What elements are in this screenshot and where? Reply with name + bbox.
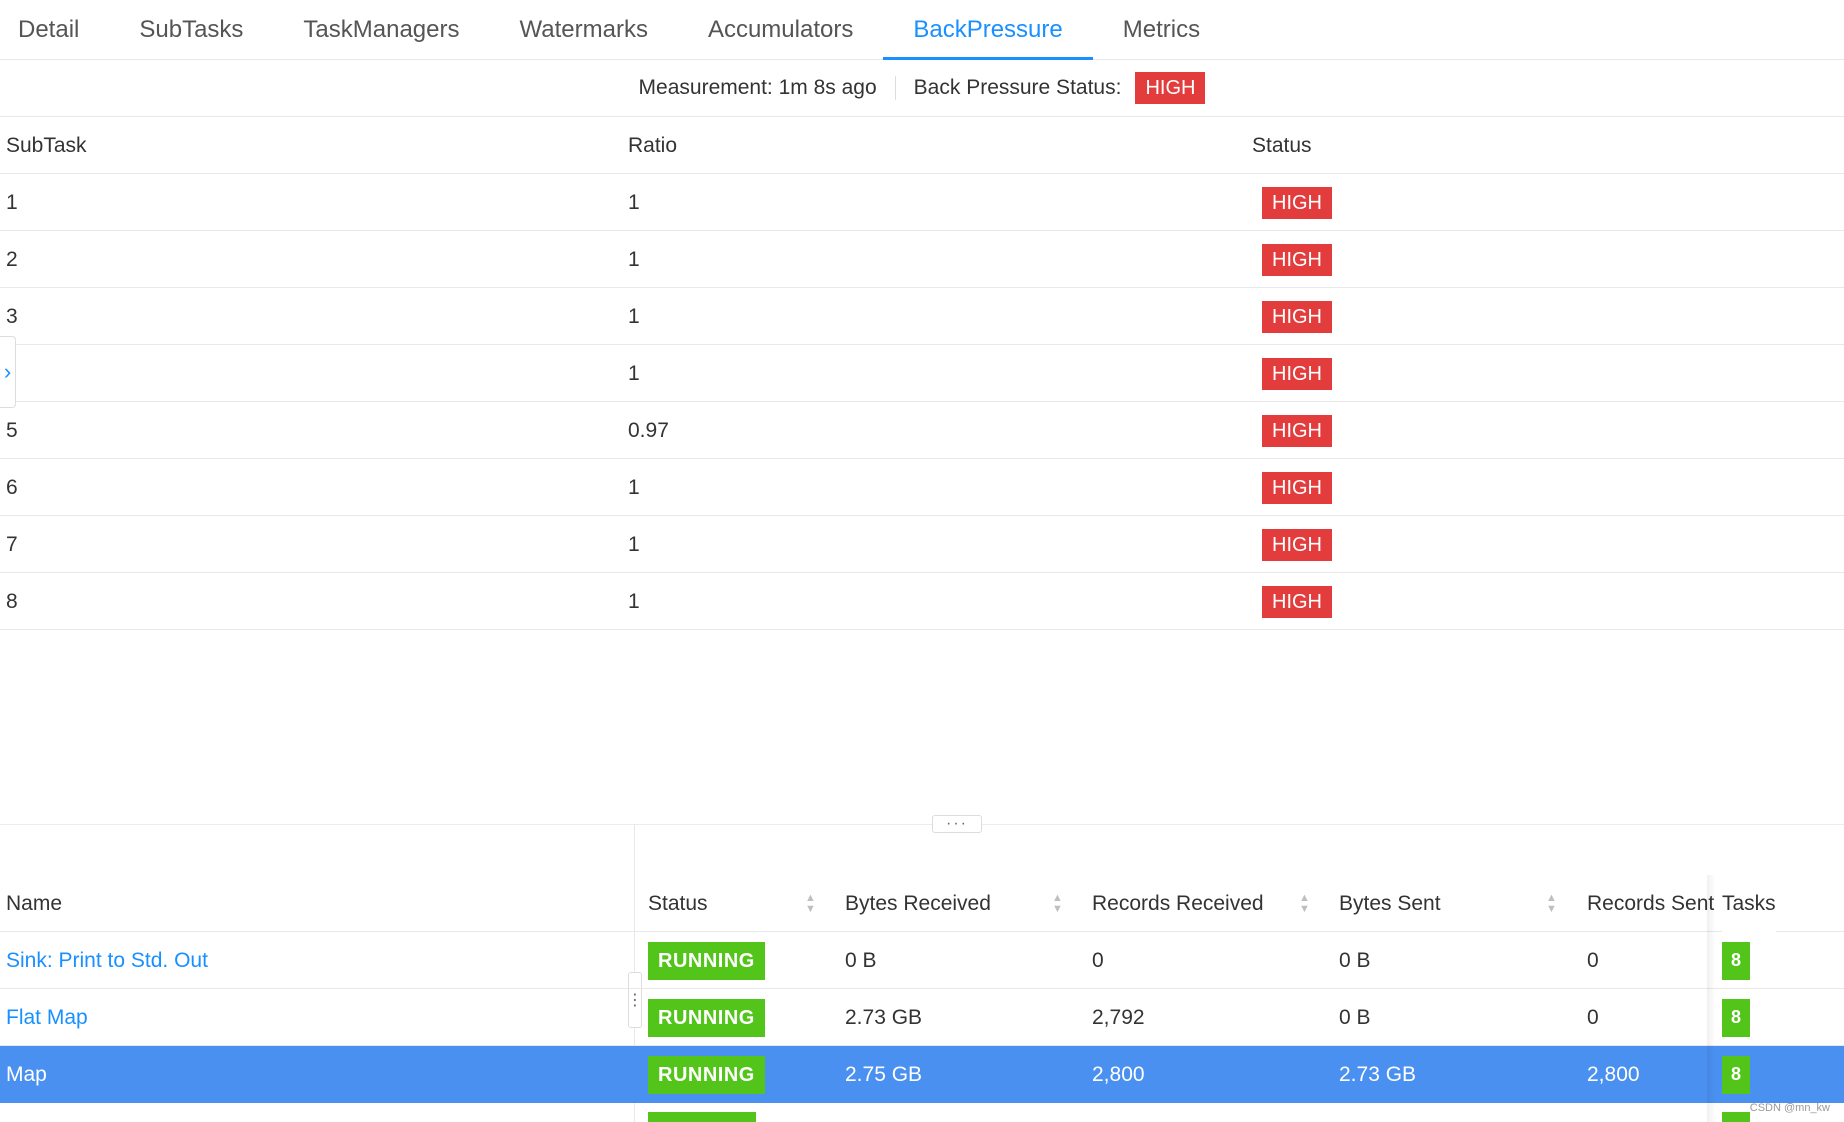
column-header-bytes-received[interactable]: Bytes Received <box>845 875 991 932</box>
tab-taskmanagers[interactable]: TaskManagers <box>273 0 489 59</box>
table-row: 7 1 HIGH <box>0 516 1844 573</box>
tab-detail[interactable]: Detail <box>0 0 109 59</box>
bytes-received-cell: 2.73 GB <box>845 1005 923 1029</box>
tab-backpressure[interactable]: BackPressure <box>883 0 1094 60</box>
ratio-cell: 1 <box>628 589 640 613</box>
records-sent-cell: 0 <box>1587 948 1599 972</box>
status-badge-partial <box>648 1112 756 1122</box>
ratio-cell: 1 <box>628 361 640 385</box>
sidebar-expand-button[interactable]: › <box>0 336 16 408</box>
horizontal-divider <box>0 824 1844 825</box>
status-badge: HIGH <box>1262 300 1332 333</box>
subtask-cell: 5 <box>6 418 18 442</box>
status-badge: RUNNING <box>648 1055 765 1094</box>
column-header-status[interactable]: Status <box>648 875 708 932</box>
status-badge: HIGH <box>1262 186 1332 219</box>
tasks-badge: 8 <box>1722 941 1750 980</box>
table-header: Name Status ▲ ▼ Bytes Received ▲ ▼ Records… <box>0 875 1844 932</box>
subtask-cell: 1 <box>6 190 18 214</box>
column-header-records-sent[interactable]: Records Sent <box>1587 875 1714 932</box>
bytes-sent-cell: 2.73 GB <box>1339 1062 1417 1086</box>
bytes-sent-cell: 0 B <box>1339 1005 1371 1029</box>
tab-accumulators[interactable]: Accumulators <box>678 0 883 59</box>
table-row: 1 1 HIGH <box>0 174 1844 231</box>
ratio-cell: 0.97 <box>628 418 669 442</box>
tab-bar: Detail SubTasks TaskManagers Watermarks … <box>0 0 1844 60</box>
subtask-cell: 7 <box>6 532 18 556</box>
status-badge: HIGH <box>1262 243 1332 276</box>
ratio-cell: 1 <box>628 190 640 214</box>
records-sent-cell: 0 <box>1587 1005 1599 1029</box>
tasks-badge: 8 <box>1722 1055 1750 1094</box>
fixed-column-shadow <box>1707 875 1715 1122</box>
vertex-table: Name Status ▲ ▼ Bytes Received ▲ ▼ Records… <box>0 875 1844 1103</box>
subtask-cell: 8 <box>6 589 18 613</box>
table-row: 8 1 HIGH <box>0 573 1844 630</box>
table-row-selected[interactable]: Map RUNNING 2.75 GB 2,800 2.73 GB 2,800 … <box>0 1046 1844 1103</box>
table-row-partial <box>0 1104 1844 1122</box>
table-row: 3 1 HIGH <box>0 288 1844 345</box>
table-row: 1 HIGH <box>0 345 1844 402</box>
ratio-cell: 1 <box>628 304 640 328</box>
column-header-bytes-sent[interactable]: Bytes Sent <box>1339 875 1441 932</box>
vertex-name-link[interactable]: Flat Map <box>6 1006 88 1030</box>
tasks-badge: 8 <box>1722 998 1750 1037</box>
ratio-cell: 1 <box>628 475 640 499</box>
ratio-cell: 1 <box>628 532 640 556</box>
measurement-text: Measurement: 1m 8s ago <box>638 76 877 99</box>
sort-icon[interactable]: ▲ ▼ <box>1052 875 1063 932</box>
vertex-name-link[interactable]: Map <box>6 1063 47 1087</box>
backpressure-status-badge: HIGH <box>1135 72 1206 104</box>
records-received-cell: 2,800 <box>1092 1062 1145 1086</box>
measurement-bar: Measurement: 1m 8s ago Back Pressure Sta… <box>0 60 1844 117</box>
column-header-ratio: Ratio <box>628 133 678 157</box>
subtask-cell: 2 <box>6 247 18 271</box>
table-row: 6 1 HIGH <box>0 459 1844 516</box>
status-badge: HIGH <box>1262 585 1332 618</box>
more-dots-icon: ··· <box>946 815 968 832</box>
tab-watermarks[interactable]: Watermarks <box>490 0 678 59</box>
table-row[interactable]: Flat Map RUNNING 2.73 GB 2,792 0 B 0 8 <box>0 989 1844 1046</box>
status-badge: HIGH <box>1262 414 1332 447</box>
chevron-right-icon: › <box>3 359 12 384</box>
resize-handle[interactable]: ··· <box>932 815 982 833</box>
column-header-records-received[interactable]: Records Received <box>1092 875 1264 932</box>
column-header-tasks[interactable]: Tasks <box>1722 875 1776 932</box>
divider <box>894 76 896 100</box>
status-badge: HIGH <box>1262 528 1332 561</box>
tab-metrics[interactable]: Metrics <box>1093 0 1230 59</box>
bytes-received-cell: 2.75 GB <box>845 1062 923 1086</box>
table-row: 2 1 HIGH <box>0 231 1844 288</box>
sort-icon[interactable]: ▲ ▼ <box>1299 875 1310 932</box>
sort-icon[interactable]: ▲ ▼ <box>805 875 816 932</box>
column-header-status: Status <box>1252 133 1312 157</box>
ratio-cell: 1 <box>628 247 640 271</box>
column-header-subtask: SubTask <box>6 133 87 157</box>
backpressure-table: SubTask Ratio Status 1 1 HIGH 2 1 HIGH 3… <box>0 117 1844 630</box>
status-badge: HIGH <box>1262 471 1332 504</box>
status-badge: RUNNING <box>648 998 765 1037</box>
sort-icon[interactable]: ▲ ▼ <box>1546 875 1557 932</box>
bytes-received-cell: 0 B <box>845 948 877 972</box>
column-header-name[interactable]: Name <box>6 875 62 932</box>
table-row: 5 0.97 HIGH <box>0 402 1844 459</box>
bytes-sent-cell: 0 B <box>1339 948 1371 972</box>
table-row[interactable]: Sink: Print to Std. Out RUNNING 0 B 0 0 … <box>0 932 1844 989</box>
records-sent-cell: 2,800 <box>1587 1062 1640 1086</box>
backpressure-status-label: Back Pressure Status: <box>913 76 1122 99</box>
tab-subtasks[interactable]: SubTasks <box>109 0 273 59</box>
tasks-badge-partial <box>1722 1112 1750 1122</box>
records-received-cell: 0 <box>1092 948 1104 972</box>
subtask-cell: 6 <box>6 475 18 499</box>
status-badge: RUNNING <box>648 941 765 980</box>
records-received-cell: 2,792 <box>1092 1005 1145 1029</box>
table-header: SubTask Ratio Status <box>0 117 1844 174</box>
vertex-name-link[interactable]: Sink: Print to Std. Out <box>6 949 208 973</box>
status-badge: HIGH <box>1262 357 1332 390</box>
watermark: CSDN @mn_kw <box>1749 1102 1830 1114</box>
